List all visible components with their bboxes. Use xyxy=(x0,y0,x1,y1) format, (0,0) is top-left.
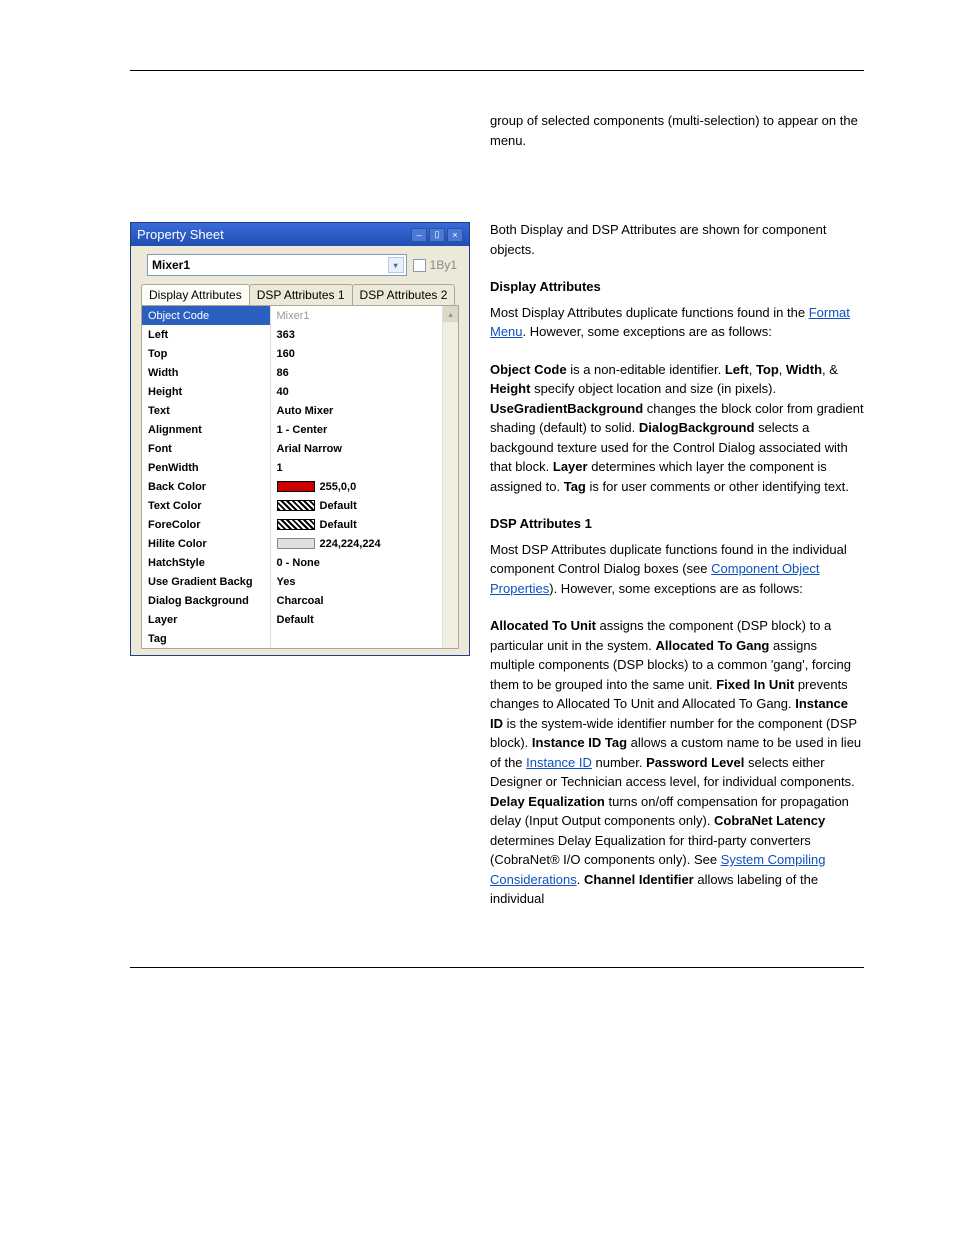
property-label: Height xyxy=(142,382,270,401)
property-row[interactable]: ForeColorDefault xyxy=(142,515,458,534)
display-attributes-heading: Display Attributes xyxy=(490,277,864,297)
property-label: Hilite Color xyxy=(142,534,270,553)
window-title: Property Sheet xyxy=(137,227,224,242)
intro-snippet: group of selected components (multi-sele… xyxy=(490,111,864,150)
property-value[interactable]: 363 xyxy=(270,325,458,344)
vertical-scrollbar[interactable]: ▴ xyxy=(442,306,458,648)
property-row[interactable]: Width86 xyxy=(142,363,458,382)
paragraph: Allocated To Unit assigns the component … xyxy=(490,616,864,909)
paragraph: Most DSP Attributes duplicate functions … xyxy=(490,540,864,599)
paragraph: Both Display and DSP Attributes are show… xyxy=(490,220,864,259)
tab-display-attributes[interactable]: Display Attributes xyxy=(141,284,250,305)
paragraph: Most Display Attributes duplicate functi… xyxy=(490,303,864,342)
property-value[interactable]: 40 xyxy=(270,382,458,401)
property-label: Width xyxy=(142,363,270,382)
titlebar[interactable]: Property Sheet – ▯ × xyxy=(131,223,469,246)
property-row[interactable]: TextAuto Mixer xyxy=(142,401,458,420)
property-value[interactable]: Yes xyxy=(270,572,458,591)
tab-dsp-attributes-2[interactable]: DSP Attributes 2 xyxy=(352,284,456,305)
property-label: PenWidth xyxy=(142,458,270,477)
property-row[interactable]: HatchStyle0 - None xyxy=(142,553,458,572)
object-selector-combo[interactable]: Mixer1 ▾ xyxy=(147,254,407,276)
pin-icon[interactable]: ▯ xyxy=(429,228,445,242)
combo-value: Mixer1 xyxy=(152,258,190,272)
color-swatch-icon xyxy=(277,538,315,549)
property-row[interactable]: Use Gradient BackgYes xyxy=(142,572,458,591)
property-value[interactable]: Auto Mixer xyxy=(270,401,458,420)
property-value[interactable]: 224,224,224 xyxy=(270,534,458,553)
property-value[interactable]: 1 - Center xyxy=(270,420,458,439)
property-row[interactable]: Tag xyxy=(142,629,458,648)
property-value[interactable]: Default xyxy=(270,515,458,534)
property-value[interactable]: Charcoal xyxy=(270,591,458,610)
property-row[interactable]: Height40 xyxy=(142,382,458,401)
property-label: ForeColor xyxy=(142,515,270,534)
close-icon[interactable]: × xyxy=(447,228,463,242)
property-value[interactable]: 1 xyxy=(270,458,458,477)
color-swatch-icon xyxy=(277,519,315,530)
checkbox-icon[interactable] xyxy=(413,259,426,272)
property-value[interactable]: Arial Narrow xyxy=(270,439,458,458)
property-value[interactable]: Mixer1 xyxy=(270,306,458,325)
checkbox-label: 1By1 xyxy=(430,258,457,272)
color-swatch-icon xyxy=(277,500,315,511)
property-row[interactable]: Top160 xyxy=(142,344,458,363)
property-label: Left xyxy=(142,325,270,344)
property-value[interactable]: 0 - None xyxy=(270,553,458,572)
property-label: Text xyxy=(142,401,270,420)
property-row[interactable]: Object CodeMixer1 xyxy=(142,306,458,325)
property-value[interactable]: Default xyxy=(270,610,458,629)
property-row[interactable]: Dialog BackgroundCharcoal xyxy=(142,591,458,610)
property-value[interactable]: Default xyxy=(270,496,458,515)
minimize-icon[interactable]: – xyxy=(411,228,427,242)
property-row[interactable]: Hilite Color224,224,224 xyxy=(142,534,458,553)
property-label: Alignment xyxy=(142,420,270,439)
body-text: Both Display and DSP Attributes are show… xyxy=(490,220,864,927)
attribute-tabs: Display Attributes DSP Attributes 1 DSP … xyxy=(141,284,459,305)
property-label: Object Code xyxy=(142,306,270,325)
property-label: Top xyxy=(142,344,270,363)
property-value[interactable]: 255,0,0 xyxy=(270,477,458,496)
tab-dsp-attributes-1[interactable]: DSP Attributes 1 xyxy=(249,284,353,305)
property-row[interactable]: Alignment1 - Center xyxy=(142,420,458,439)
property-row[interactable]: Text ColorDefault xyxy=(142,496,458,515)
property-label: Text Color xyxy=(142,496,270,515)
property-row[interactable]: LayerDefault xyxy=(142,610,458,629)
color-swatch-icon xyxy=(277,481,315,492)
chevron-down-icon[interactable]: ▾ xyxy=(388,257,404,273)
property-row[interactable]: PenWidth1 xyxy=(142,458,458,477)
property-label: Layer xyxy=(142,610,270,629)
property-label: Font xyxy=(142,439,270,458)
property-label: Dialog Background xyxy=(142,591,270,610)
property-value[interactable]: 160 xyxy=(270,344,458,363)
property-label: Tag xyxy=(142,629,270,648)
property-value[interactable]: 86 xyxy=(270,363,458,382)
one-by-one-checkbox[interactable]: 1By1 xyxy=(413,258,457,272)
property-row[interactable]: Left363 xyxy=(142,325,458,344)
property-row[interactable]: Back Color255,0,0 xyxy=(142,477,458,496)
property-value[interactable] xyxy=(270,629,458,648)
instance-id-link[interactable]: Instance ID xyxy=(526,755,592,770)
dsp-attributes-heading: DSP Attributes 1 xyxy=(490,514,864,534)
property-label: HatchStyle xyxy=(142,553,270,572)
scroll-up-icon[interactable]: ▴ xyxy=(443,306,458,322)
property-grid: Object CodeMixer1Left363Top160Width86Hei… xyxy=(141,305,459,649)
property-label: Back Color xyxy=(142,477,270,496)
paragraph: Object Code is a non-editable identifier… xyxy=(490,360,864,497)
property-label: Use Gradient Backg xyxy=(142,572,270,591)
property-row[interactable]: FontArial Narrow xyxy=(142,439,458,458)
property-sheet-window: Property Sheet – ▯ × Mixer1 ▾ xyxy=(130,222,470,656)
